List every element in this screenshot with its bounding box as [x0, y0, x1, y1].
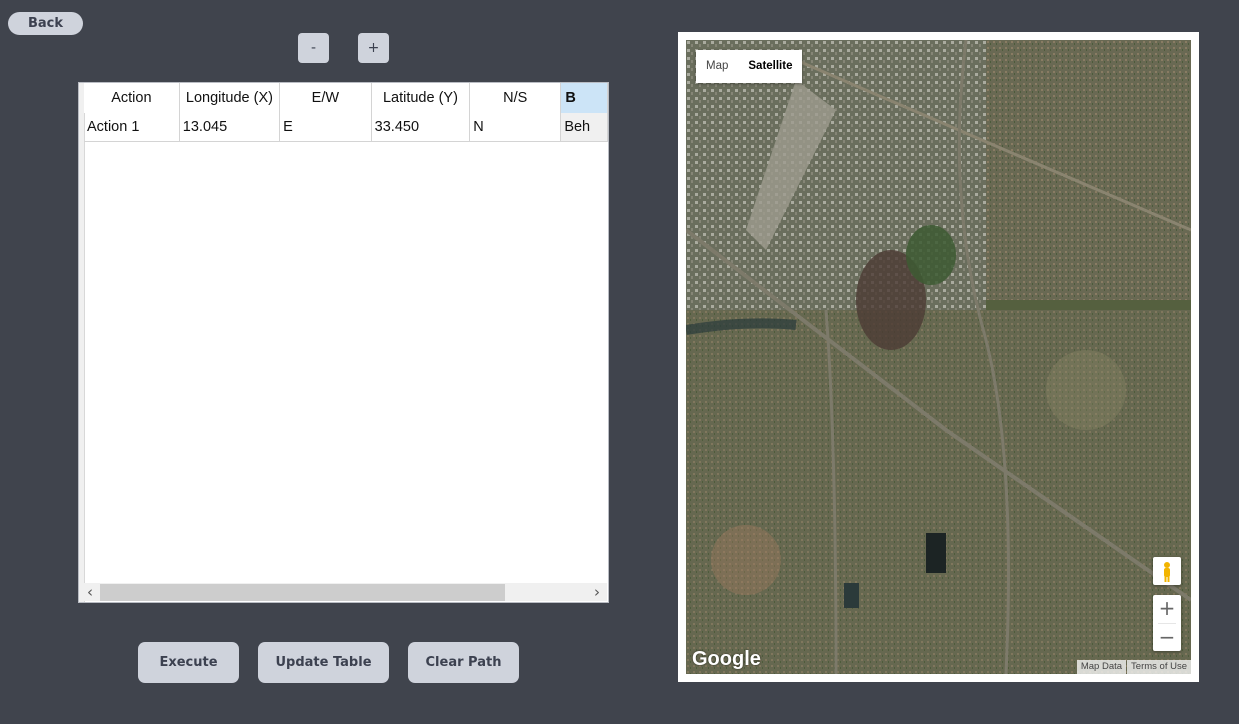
execute-button[interactable]: Execute — [138, 642, 239, 683]
zoom-in-button[interactable]: + — [1153, 595, 1181, 623]
map-attribution: Map Data Terms of Use — [1076, 660, 1191, 674]
update-table-button[interactable]: Update Table — [258, 642, 389, 683]
cell-behavior[interactable]: Beh — [560, 113, 608, 142]
cell-ns[interactable]: N — [469, 113, 562, 142]
cell-action[interactable]: Action 1 — [84, 113, 180, 142]
clear-path-button[interactable]: Clear Path — [408, 642, 519, 683]
header-longitude[interactable]: Longitude (X) — [179, 83, 281, 113]
cell-longitude[interactable]: 13.045 — [179, 113, 281, 142]
google-logo: Google — [692, 648, 761, 670]
scrollbar-thumb[interactable] — [100, 584, 505, 601]
satellite-imagery — [686, 40, 1191, 674]
map-frame: Map Satellite + − Google Map Data Terms … — [678, 32, 1199, 682]
add-column-button[interactable]: + — [358, 33, 389, 63]
row-header-strip — [79, 83, 85, 602]
terms-of-use-link[interactable]: Terms of Use — [1127, 660, 1191, 674]
cell-ew[interactable]: E — [279, 113, 372, 142]
header-latitude[interactable]: Latitude (Y) — [371, 83, 471, 113]
table-header-row: Action Longitude (X) E/W Latitude (Y) N/… — [84, 83, 608, 113]
horizontal-scrollbar[interactable]: ‹ › — [80, 583, 607, 601]
actions-table: Action Longitude (X) E/W Latitude (Y) N/… — [84, 83, 608, 142]
map-type-control: Map Satellite — [696, 50, 803, 83]
remove-column-button[interactable]: - — [298, 33, 329, 63]
header-ew[interactable]: E/W — [279, 83, 372, 113]
zoom-control: + − — [1153, 595, 1181, 651]
back-button[interactable]: Back — [8, 12, 83, 35]
header-ns[interactable]: N/S — [469, 83, 562, 113]
header-action[interactable]: Action — [84, 83, 180, 113]
actions-table-panel: Action Longitude (X) E/W Latitude (Y) N/… — [78, 82, 609, 603]
header-behavior[interactable]: B — [560, 83, 608, 113]
map-type-satellite[interactable]: Satellite — [738, 50, 802, 83]
map-type-map[interactable]: Map — [696, 50, 738, 83]
cell-latitude[interactable]: 33.450 — [371, 113, 471, 142]
chevron-left-icon[interactable]: ‹ — [80, 583, 100, 601]
map-data-link[interactable]: Map Data — [1076, 660, 1127, 674]
table-row[interactable]: Action 1 13.045 E 33.450 N Beh — [84, 113, 608, 142]
pegman-icon[interactable] — [1153, 557, 1181, 585]
chevron-right-icon[interactable]: › — [587, 583, 607, 601]
satellite-map[interactable]: Map Satellite + − Google Map Data Terms … — [686, 40, 1191, 674]
zoom-out-button[interactable]: − — [1153, 624, 1181, 652]
